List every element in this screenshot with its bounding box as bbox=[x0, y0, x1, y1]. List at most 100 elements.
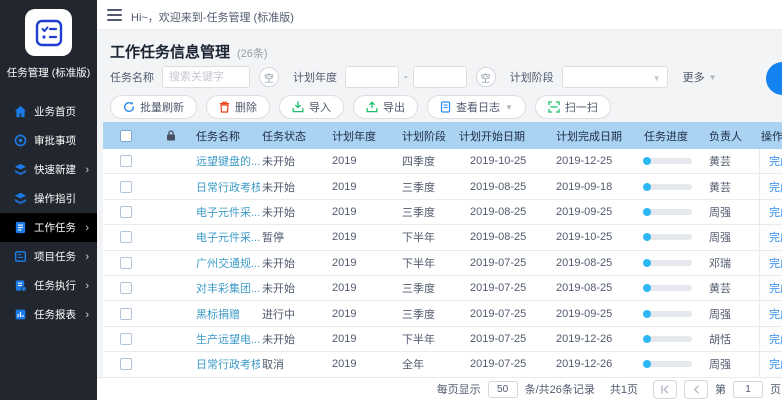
page-prefix-label: 第 bbox=[715, 381, 726, 397]
hamburger-menu-icon[interactable] bbox=[107, 9, 122, 21]
sidebar: 任务管理 (标准版) 业务首页 审批事项 快速新建 › 操作指引 bbox=[0, 0, 97, 400]
task-progress bbox=[642, 251, 707, 275]
progress-bar bbox=[644, 158, 692, 164]
sidebar-item-work-tasks[interactable]: 工作任务 › bbox=[0, 213, 97, 242]
row-action-link[interactable]: 完成 bbox=[769, 255, 782, 271]
table-row: 日常行政考核 取消 2019 全年 2019-07-25 2019-12-26 … bbox=[103, 352, 782, 377]
import-button[interactable]: 导入 bbox=[279, 95, 344, 119]
export-icon bbox=[366, 101, 378, 113]
row-checkbox[interactable] bbox=[120, 231, 132, 243]
row-action-link[interactable]: 完成 bbox=[769, 229, 782, 245]
delete-button[interactable]: 删除 bbox=[206, 95, 270, 119]
column-header-actions: 操作 bbox=[759, 122, 782, 149]
plan-end-date: 2019-10-25 bbox=[554, 225, 642, 249]
chevron-right-icon: › bbox=[85, 251, 89, 263]
row-checkbox[interactable] bbox=[120, 257, 132, 269]
progress-handle[interactable] bbox=[643, 284, 651, 292]
task-status: 暂停 bbox=[260, 225, 330, 249]
scan-button[interactable]: 扫一扫 bbox=[535, 95, 611, 119]
more-filters-button[interactable]: 更多 ▼ bbox=[683, 69, 717, 85]
row-checkbox[interactable] bbox=[120, 282, 132, 294]
plan-year-to-input[interactable] bbox=[413, 66, 467, 88]
plan-year: 2019 bbox=[330, 301, 400, 325]
row-lock-cell bbox=[148, 200, 194, 224]
sidebar-item-project-tasks[interactable]: 项目任务 › bbox=[0, 242, 97, 271]
sidebar-item-quick-create[interactable]: 快速新建 › bbox=[0, 155, 97, 184]
page-number-input[interactable] bbox=[733, 381, 763, 398]
scan-icon bbox=[548, 101, 560, 113]
view-logs-button[interactable]: 查看日志 ▼ bbox=[427, 95, 526, 119]
sidebar-item-approvals[interactable]: 审批事项 bbox=[0, 126, 97, 155]
row-checkbox[interactable] bbox=[120, 206, 132, 218]
row-action-link[interactable]: 完成 bbox=[769, 204, 782, 220]
topbar: Hi~，欢迎来到-任务管理 (标准版) bbox=[97, 0, 782, 30]
task-name-link[interactable]: 日常行政考核 bbox=[196, 179, 260, 195]
row-checkbox[interactable] bbox=[120, 155, 132, 167]
task-status: 未开始 bbox=[260, 174, 330, 198]
plan-year-from-input[interactable] bbox=[345, 66, 399, 88]
table-row: 对丰彩集团... 未开始 2019 三季度 2019-07-25 2019-08… bbox=[103, 276, 782, 301]
clear-name-filter-button[interactable]: 空 bbox=[259, 67, 279, 87]
progress-handle[interactable] bbox=[643, 208, 651, 216]
task-progress bbox=[642, 301, 707, 325]
export-button[interactable]: 导出 bbox=[353, 95, 418, 119]
task-name-link[interactable]: 对丰彩集团... bbox=[196, 280, 260, 296]
main-content: 工作任务信息管理 (26条) 任务名称 空 计划年度 - 空 计划阶段 ▼ 更多… bbox=[97, 30, 782, 378]
row-checkbox[interactable] bbox=[120, 333, 132, 345]
prev-page-button[interactable] bbox=[684, 380, 708, 399]
plan-year: 2019 bbox=[330, 149, 400, 173]
progress-handle[interactable] bbox=[643, 335, 651, 343]
sidebar-item-guide[interactable]: 操作指引 bbox=[0, 184, 97, 213]
plan-end-date: 2019-09-18 bbox=[554, 174, 642, 198]
progress-handle[interactable] bbox=[643, 360, 651, 368]
task-name-link[interactable]: 电子元件采... bbox=[196, 204, 260, 220]
task-name-link[interactable]: 生产远望电... bbox=[196, 331, 260, 347]
task-name-link[interactable]: 日常行政考核 bbox=[196, 356, 260, 372]
progress-handle[interactable] bbox=[643, 157, 651, 165]
task-name-input[interactable] bbox=[162, 66, 250, 88]
floating-action-button[interactable] bbox=[766, 62, 782, 95]
row-action-link[interactable]: 完成 bbox=[769, 306, 782, 322]
row-action-link[interactable]: 完成 bbox=[769, 179, 782, 195]
progress-handle[interactable] bbox=[643, 233, 651, 241]
plan-stage: 三季度 bbox=[400, 200, 457, 224]
chevron-down-icon: ▼ bbox=[505, 103, 513, 112]
task-status: 未开始 bbox=[260, 251, 330, 275]
row-action-link[interactable]: 完成 bbox=[769, 153, 782, 169]
task-progress bbox=[642, 174, 707, 198]
progress-handle[interactable] bbox=[643, 310, 651, 318]
row-action-link[interactable]: 完成 bbox=[769, 331, 782, 347]
row-checkbox[interactable] bbox=[120, 308, 132, 320]
column-header-owner: 负责人 bbox=[707, 122, 759, 149]
row-action-link[interactable]: 完成 bbox=[769, 356, 782, 372]
row-checkbox[interactable] bbox=[120, 181, 132, 193]
plan-stage: 三季度 bbox=[400, 301, 457, 325]
per-page-input[interactable] bbox=[488, 381, 518, 398]
plan-stage: 三季度 bbox=[400, 276, 457, 300]
batch-refresh-button[interactable]: 批量刷新 bbox=[110, 95, 197, 119]
home-icon bbox=[13, 105, 27, 119]
row-lock-cell bbox=[148, 251, 194, 275]
sidebar-item-task-reports[interactable]: 任务报表 › bbox=[0, 300, 97, 329]
row-checkbox[interactable] bbox=[120, 358, 132, 370]
first-page-button[interactable] bbox=[653, 380, 677, 399]
sidebar-item-business-home[interactable]: 业务首页 bbox=[0, 97, 97, 126]
task-status: 进行中 bbox=[260, 301, 330, 325]
task-name-link[interactable]: 电子元件采... bbox=[196, 229, 260, 245]
clear-year-filter-button[interactable]: 空 bbox=[476, 67, 496, 87]
task-name-link[interactable]: 广州交通规... bbox=[196, 255, 260, 271]
select-all-checkbox[interactable] bbox=[120, 130, 132, 142]
plan-stage-select[interactable]: ▼ bbox=[562, 66, 668, 88]
row-action-link[interactable]: 完成 bbox=[769, 280, 782, 296]
plan-start-date: 2019-07-25 bbox=[457, 327, 554, 351]
lock-column-header bbox=[148, 122, 194, 149]
progress-handle[interactable] bbox=[643, 183, 651, 191]
sidebar-item-task-execution[interactable]: 任务执行 › bbox=[0, 271, 97, 300]
plan-start-date: 2019-08-25 bbox=[457, 174, 554, 198]
task-progress bbox=[642, 149, 707, 173]
task-name-link[interactable]: 远望键盘的... bbox=[196, 153, 260, 169]
task-name-link[interactable]: 黑标捐赠 bbox=[196, 306, 240, 322]
progress-handle[interactable] bbox=[643, 259, 651, 267]
task-status: 取消 bbox=[260, 352, 330, 376]
row-lock-cell bbox=[148, 149, 194, 173]
